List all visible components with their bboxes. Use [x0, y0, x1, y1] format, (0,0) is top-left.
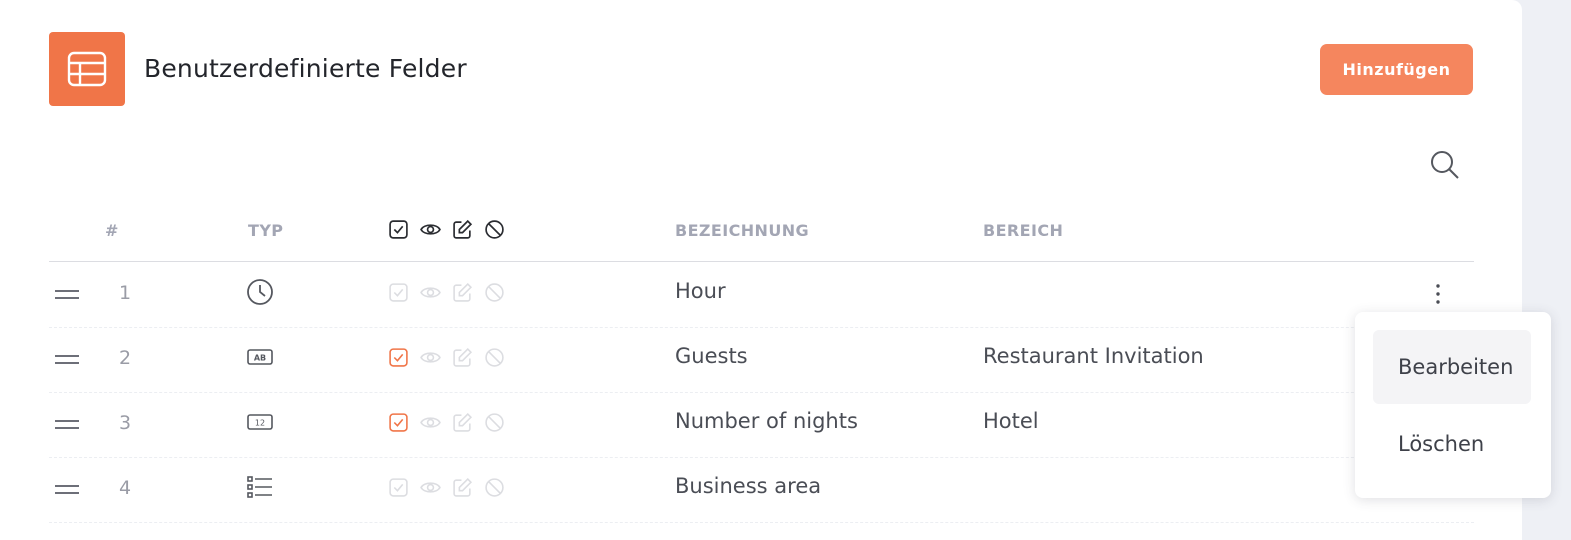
svg-text:12: 12	[255, 419, 265, 428]
editable-edit-icon[interactable]	[452, 347, 473, 368]
row-context-menu: Bearbeiten Löschen	[1355, 312, 1551, 498]
visible-eye-icon[interactable]	[420, 412, 441, 433]
drag-handle-icon[interactable]	[55, 420, 79, 434]
required-checkbox-icon[interactable]	[388, 412, 409, 433]
table-row[interactable]: 3 12 Number of nights Hotel	[49, 392, 1474, 458]
visible-eye-icon[interactable]	[420, 477, 441, 498]
field-area: Restaurant Invitation	[983, 344, 1204, 368]
svg-text:AB: AB	[254, 354, 266, 363]
required-checkbox-icon[interactable]	[388, 477, 409, 498]
table-row[interactable]: 4 Business area	[49, 457, 1474, 523]
delete-menu-item[interactable]: Löschen	[1373, 407, 1531, 481]
text-ab-icon: AB	[247, 349, 273, 365]
column-header-number[interactable]: #	[105, 221, 119, 240]
list-icon	[247, 476, 272, 498]
drag-handle-icon[interactable]	[55, 290, 79, 304]
eye-icon	[420, 224, 441, 235]
clock-icon	[247, 279, 273, 305]
row-flags	[388, 412, 505, 433]
search-icon[interactable]	[1428, 148, 1462, 182]
field-label: Number of nights	[675, 409, 858, 433]
required-checkbox-icon[interactable]	[388, 282, 409, 303]
row-number: 1	[119, 282, 132, 304]
required-checkbox-icon[interactable]	[388, 347, 409, 368]
visible-eye-icon[interactable]	[420, 282, 441, 303]
editable-edit-icon[interactable]	[452, 282, 473, 303]
more-options-icon[interactable]	[1426, 282, 1450, 308]
table-row[interactable]: 1 Hour	[49, 262, 1474, 328]
column-header-label[interactable]: BEZEICHNUNG	[675, 221, 809, 240]
column-header-flags	[388, 219, 505, 240]
field-label: Business area	[675, 474, 822, 498]
row-number: 2	[119, 347, 132, 369]
page-title: Benutzerdefinierte Felder	[144, 54, 467, 83]
row-number: 3	[119, 412, 132, 434]
disabled-block-icon[interactable]	[484, 412, 505, 433]
disabled-block-icon[interactable]	[484, 477, 505, 498]
visible-eye-icon[interactable]	[420, 347, 441, 368]
block-icon	[485, 220, 504, 239]
disabled-block-icon[interactable]	[484, 282, 505, 303]
edit-menu-item[interactable]: Bearbeiten	[1373, 330, 1531, 404]
column-header-area[interactable]: BEREICH	[983, 221, 1063, 240]
add-field-button[interactable]: Hinzufügen	[1320, 44, 1473, 95]
field-label: Guests	[675, 344, 748, 368]
row-number: 4	[119, 477, 132, 499]
custom-fields-card: Benutzerdefinierte Felder Hinzufügen # T…	[0, 0, 1522, 540]
drag-handle-icon[interactable]	[55, 355, 79, 369]
row-flags	[388, 477, 505, 498]
edit-icon	[453, 219, 473, 239]
row-flags	[388, 347, 505, 368]
column-header-type[interactable]: TYP	[248, 221, 283, 240]
checkbox-icon	[389, 220, 408, 239]
row-flags	[388, 282, 505, 303]
field-label: Hour	[675, 279, 726, 303]
table-row[interactable]: 2 AB Guests Restaurant Invitation	[49, 327, 1474, 393]
disabled-block-icon[interactable]	[484, 347, 505, 368]
field-area: Hotel	[983, 409, 1039, 433]
number-12-icon: 12	[247, 414, 273, 430]
editable-edit-icon[interactable]	[452, 412, 473, 433]
drag-handle-icon[interactable]	[55, 485, 79, 499]
editable-edit-icon[interactable]	[452, 477, 473, 498]
table-icon	[49, 32, 125, 106]
